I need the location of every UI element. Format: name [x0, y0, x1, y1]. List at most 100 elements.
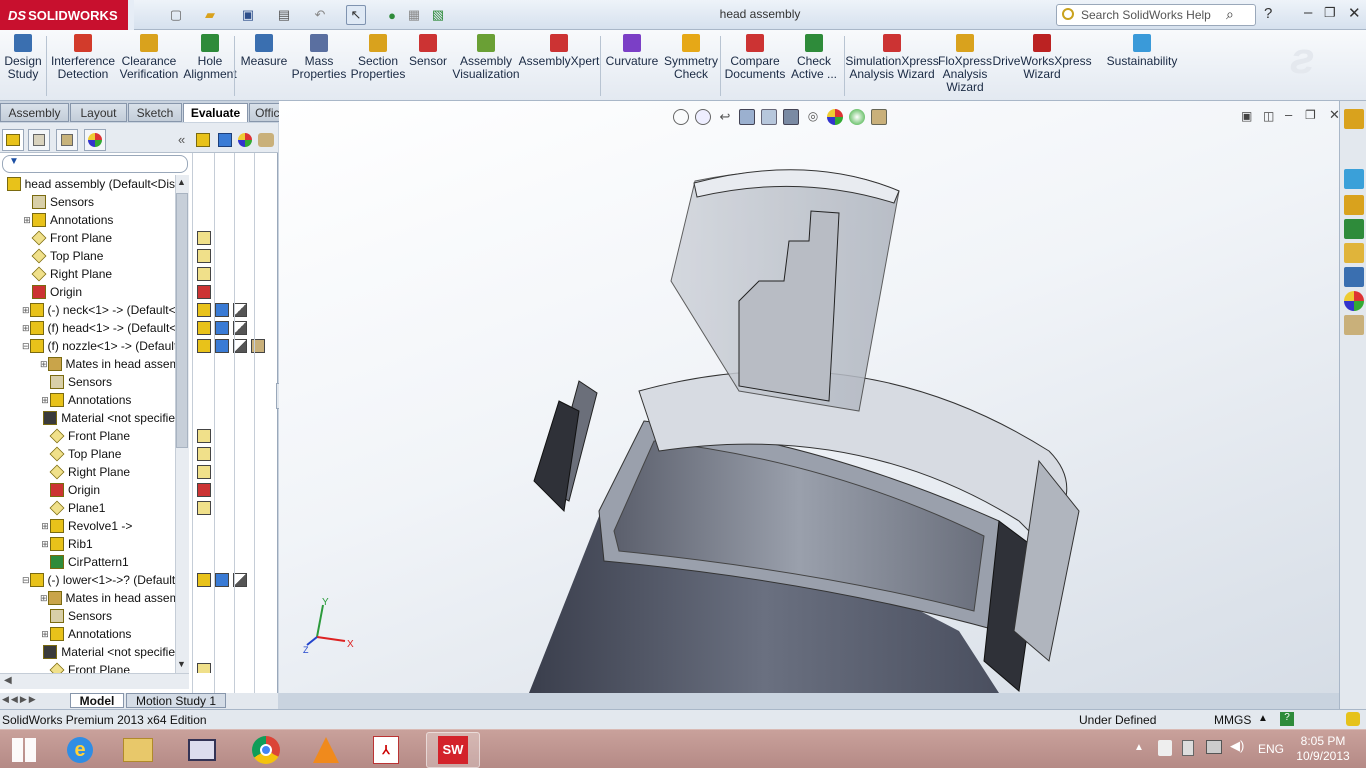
system-clock[interactable]: 8:05 PM 10/9/2013	[1290, 734, 1356, 764]
ribbon-button-curvature[interactable]: Curvature	[604, 34, 660, 68]
tree-item[interactable]: Right Plane	[0, 463, 175, 481]
ribbon-button-design-study[interactable]: Design Study	[4, 34, 42, 81]
tab-model[interactable]: Model	[70, 693, 124, 708]
tree-item[interactable]: ⊞ Annotations	[0, 391, 175, 409]
component-status-icon[interactable]	[197, 573, 211, 587]
tree-scroll-thumb[interactable]	[176, 193, 188, 448]
vlc-icon[interactable]	[306, 732, 346, 768]
help-icon[interactable]: ?	[1264, 5, 1272, 22]
column-appearance-icon[interactable]	[238, 133, 252, 147]
viewport-tile-icon[interactable]: ▣	[1241, 109, 1252, 123]
property-manager-tab-icon[interactable]	[28, 129, 50, 151]
tree-item[interactable]: ⊞ (f) head<1> -> (Default<	[0, 319, 175, 337]
restore-icon[interactable]: ❐	[1324, 5, 1336, 21]
graphics-viewport[interactable]: ↩ ◎ ▣ ◫ – ❐ ✕ Y X Z	[279, 101, 1339, 693]
plane-status-icon[interactable]	[197, 249, 211, 263]
task-pane-pin-icon[interactable]	[1344, 109, 1364, 129]
quick-help-icon[interactable]: ?	[1280, 712, 1294, 726]
custom-properties-icon[interactable]	[1344, 315, 1364, 335]
design-library-icon[interactable]	[1344, 219, 1364, 239]
scroll-down-icon[interactable]: ▼	[177, 659, 186, 669]
tree-item[interactable]: Material <not specifie	[0, 409, 175, 427]
viewport-restore-icon[interactable]: ❐	[1305, 108, 1316, 122]
tree-item[interactable]: CirPattern1	[0, 553, 175, 571]
tab-scroll-arrows-icon[interactable]: ◀◀▶▶	[2, 694, 66, 708]
scroll-left-icon[interactable]: ◀	[4, 675, 12, 686]
tree-item[interactable]: ⊟ (-) lower<1>->? (Default	[0, 571, 175, 589]
zoom-to-area-icon[interactable]	[695, 109, 711, 125]
view-orientation-icon[interactable]	[761, 109, 777, 125]
view-palette-icon[interactable]	[1344, 267, 1364, 287]
ribbon-button-interference[interactable]: Interference Detection	[50, 34, 116, 81]
tree-item[interactable]: Top Plane	[0, 445, 175, 463]
zoom-to-fit-icon[interactable]	[673, 109, 689, 125]
file-properties-icon[interactable]: ▦	[404, 5, 424, 25]
hidden-lines-icon[interactable]	[233, 339, 247, 353]
ribbon-button-mass-properties[interactable]: Mass Properties	[292, 34, 346, 81]
save-icon[interactable]: ▣	[238, 5, 258, 25]
expand-toggle-icon[interactable]: ⊞	[40, 521, 50, 532]
component-status-icon[interactable]	[197, 339, 211, 353]
minimize-icon[interactable]: –	[1304, 4, 1312, 21]
tree-item[interactable]: Material <not specifie	[0, 643, 175, 661]
expand-toggle-icon[interactable]: ⊞	[40, 593, 48, 604]
display-manager-tab-icon[interactable]	[84, 129, 106, 151]
print-icon[interactable]: ▤	[274, 5, 294, 25]
tree-item[interactable]: Front Plane	[0, 427, 175, 445]
notification-icon[interactable]	[1346, 712, 1360, 726]
display-state-icon[interactable]	[215, 303, 229, 317]
tree-item[interactable]: Top Plane	[0, 247, 175, 265]
ribbon-button-measure[interactable]: Measure	[238, 34, 290, 68]
tab-evaluate[interactable]: Evaluate	[183, 103, 248, 122]
ribbon-button-floxpress[interactable]: FloXpress Analysis Wizard	[938, 34, 992, 94]
scroll-up-icon[interactable]: ▲	[177, 177, 186, 187]
plane-status-icon[interactable]	[197, 465, 211, 479]
collapse-panel-icon[interactable]: «	[178, 132, 185, 147]
units-selector[interactable]: MMGS	[1214, 713, 1251, 727]
solidworks-taskbar-icon[interactable]: SW	[426, 732, 480, 768]
expand-toggle-icon[interactable]: ⊞	[22, 305, 30, 316]
apply-scene-icon[interactable]	[849, 109, 865, 125]
ribbon-button-assembly-visualization[interactable]: Assembly Visualization	[452, 34, 520, 81]
expand-toggle-icon[interactable]: ⊞	[40, 539, 50, 550]
ribbon-button-driveworksxpress[interactable]: DriveWorksXpress Wizard	[992, 34, 1092, 81]
tree-item[interactable]: head assembly (Default<Dis	[0, 175, 175, 193]
open-folder-icon[interactable]: ▰	[200, 5, 220, 25]
viewport-minimize-icon[interactable]: –	[1285, 107, 1292, 122]
ribbon-button-simulationxpress[interactable]: SimulationXpress Analysis Wizard	[845, 34, 939, 81]
units-arrow-icon[interactable]: ▲	[1258, 713, 1268, 724]
new-document-icon[interactable]: ▢	[166, 5, 186, 25]
edit-appearance-icon[interactable]	[827, 109, 843, 125]
solidworks-resources-icon[interactable]	[1344, 169, 1364, 189]
expand-toggle-icon[interactable]: ⊞	[22, 323, 30, 334]
column-component-icon[interactable]	[196, 133, 210, 147]
acrobat-icon[interactable]: ⅄	[366, 732, 406, 768]
viewport-split-icon[interactable]: ◫	[1263, 109, 1274, 123]
tree-item[interactable]: ⊟ (f) nozzle<1> -> (Default	[0, 337, 175, 355]
rebuild-traffic-light-icon[interactable]: ●	[382, 5, 402, 25]
ribbon-button-assemblyxpert[interactable]: AssemblyXpert	[519, 34, 599, 68]
tree-item[interactable]: Origin	[0, 283, 175, 301]
tab-assembly[interactable]: Assembly	[0, 103, 69, 122]
network-icon[interactable]	[1206, 740, 1222, 754]
column-display-icon[interactable]	[218, 133, 232, 147]
component-status-icon[interactable]	[197, 303, 211, 317]
solidworks-logo[interactable]: DS SOLIDWORKS	[0, 0, 128, 30]
device-icon[interactable]	[1182, 740, 1194, 756]
expand-toggle-icon[interactable]: ⊞	[40, 629, 50, 640]
ribbon-button-hole-alignment[interactable]: Hole Alignment	[183, 34, 237, 81]
plane-status-icon[interactable]	[197, 429, 211, 443]
previous-view-icon[interactable]: ↩	[717, 109, 733, 125]
plane-status-icon[interactable]	[197, 663, 211, 673]
assembly-model-graphic[interactable]	[439, 161, 1339, 693]
hidden-lines-icon[interactable]	[233, 303, 247, 317]
tree-item[interactable]: ⊞ Mates in head assemb	[0, 589, 175, 607]
display-state-icon[interactable]	[215, 573, 229, 587]
tab-layout[interactable]: Layout	[70, 103, 127, 122]
tree-item[interactable]: Plane1	[0, 499, 175, 517]
remote-desktop-icon[interactable]	[182, 732, 222, 768]
tree-horizontal-scrollbar[interactable]: ◀	[0, 673, 189, 689]
view-settings-icon[interactable]	[871, 109, 887, 125]
chrome-icon[interactable]	[246, 732, 286, 768]
start-button-icon[interactable]	[4, 732, 44, 768]
